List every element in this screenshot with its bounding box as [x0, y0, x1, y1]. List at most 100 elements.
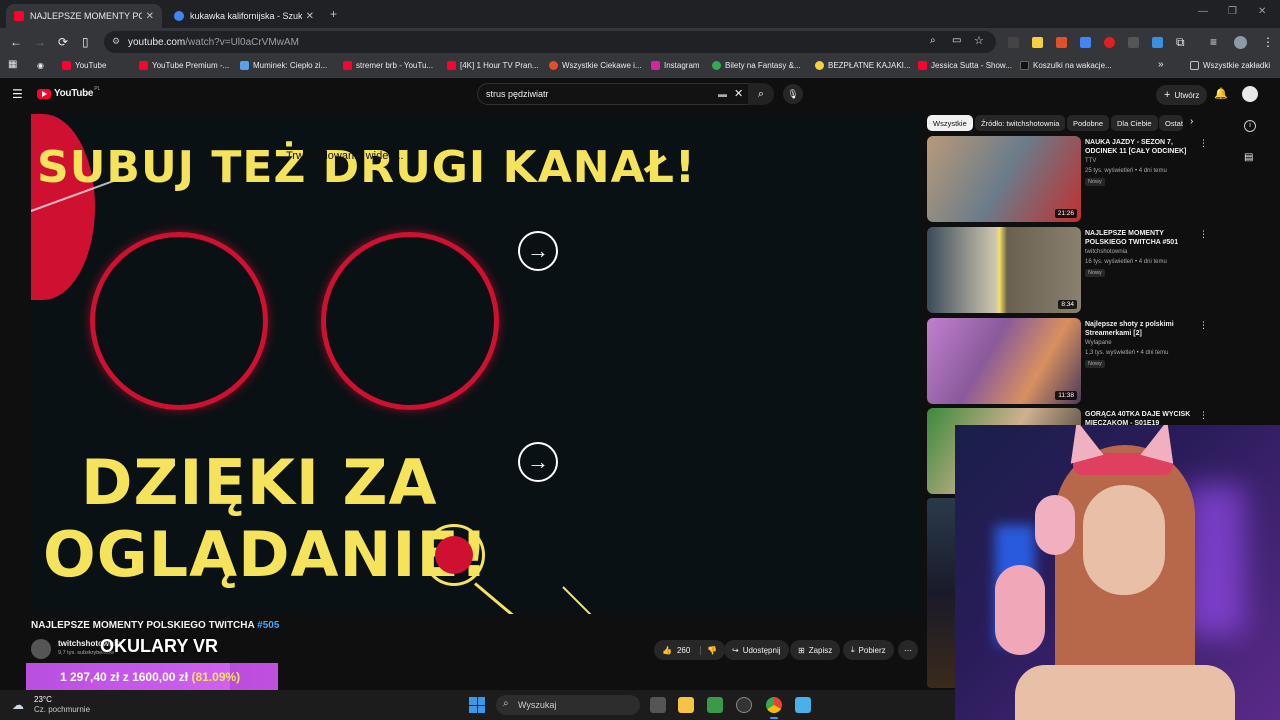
voice-search-button[interactable]: 🎙	[783, 84, 803, 104]
weather-temp[interactable]: 23°C	[34, 695, 52, 704]
more-vertical-icon[interactable]: ⋮	[1199, 138, 1208, 149]
apps-grid-icon[interactable]: ▦	[8, 59, 17, 70]
recommendation-channel[interactable]: TTV	[1085, 158, 1096, 164]
notifications-bell-icon[interactable]: 🔔	[1214, 87, 1228, 100]
chip-similar[interactable]: Podobne	[1067, 115, 1110, 131]
start-windows-icon[interactable]	[469, 697, 485, 713]
bookmark-item[interactable]: YouTube	[62, 61, 106, 70]
extension-icon[interactable]	[1128, 37, 1139, 48]
back-icon[interactable]: ←	[10, 35, 22, 49]
bookmark-item[interactable]: stremer brb - YouTu...	[343, 61, 433, 70]
chip-for-you[interactable]: Dla Ciebie	[1111, 115, 1158, 131]
extension-icon[interactable]	[1104, 37, 1115, 48]
chrome-icon[interactable]	[766, 697, 782, 713]
taskbar-search[interactable]: ⌕ Wyszukaj	[496, 695, 640, 715]
channel-avatar[interactable]	[31, 639, 51, 659]
minimize-icon[interactable]: —	[1198, 6, 1208, 17]
chevron-right-icon[interactable]: »	[1158, 59, 1164, 70]
bookmark-item[interactable]: YouTube Premium -...	[139, 61, 229, 70]
new-badge: Nowy	[1085, 178, 1105, 186]
more-vertical-icon[interactable]: ⋮	[1199, 410, 1208, 421]
more-vertical-icon[interactable]: ⋮	[1199, 320, 1208, 331]
bookmark-item[interactable]: Koszulki na wakacje...	[1020, 61, 1112, 70]
hamburger-menu-icon[interactable]: ☰	[12, 87, 23, 101]
chip-all[interactable]: Wszystkie	[927, 115, 973, 131]
video-thumbnail[interactable]: 11:38	[927, 318, 1081, 404]
save-button[interactable]: ⊞ Zapisz	[790, 640, 841, 660]
thumbs-down-icon[interactable]: 👎	[700, 645, 717, 655]
reload-icon[interactable]: ⟳	[58, 35, 68, 49]
all-bookmarks-folder[interactable]: Wszystkie zakładki	[1190, 61, 1270, 70]
close-window-icon[interactable]: ✕	[1258, 6, 1266, 17]
extension-icon[interactable]	[1032, 37, 1043, 48]
search-input[interactable]: strus pędziwiatr ▬ ✕	[477, 83, 749, 105]
bookmark-item[interactable]: Muminek: Ciepło zi...	[240, 61, 327, 70]
close-icon[interactable]: ✕	[306, 11, 314, 22]
recommendation-channel[interactable]: twitchshotownia	[1085, 249, 1127, 255]
recommendation-item[interactable]: 21:26 NAUKA JAZDY - SEZON 7, ODCINEK 11 …	[927, 136, 1217, 222]
chip-recent[interactable]: Ostat	[1159, 115, 1183, 131]
bookmark-item[interactable]: [4K] 1 Hour TV Pran...	[447, 61, 539, 70]
share-button[interactable]: ↪ Udostępnij	[724, 640, 789, 660]
recommendation-channel[interactable]: Wylapane	[1085, 340, 1112, 346]
create-button[interactable]: + Utwórz	[1156, 85, 1208, 105]
address-bar[interactable]: ⚙ youtube.com/watch?v=Ul0aCrVMwAM ⌕ ▭ ☆	[104, 31, 996, 53]
extensions-puzzle-icon[interactable]: ⧉	[1176, 35, 1185, 50]
video-title-hashtag[interactable]: #505	[257, 620, 279, 631]
more-vertical-icon[interactable]: ⋮	[1199, 229, 1208, 240]
thanks-line-1: DZIĘKI ZA	[81, 446, 438, 519]
zoom-icon[interactable]: ⌕	[930, 35, 936, 46]
extension-icon[interactable]	[1008, 37, 1019, 48]
tab-search[interactable]: kukawka kalifornijska - Szukaj w ✕	[166, 4, 322, 28]
chat-icon[interactable]: ▤	[1244, 152, 1253, 163]
weather-cloud-icon[interactable]: ☁	[12, 698, 24, 712]
store-icon[interactable]	[707, 697, 723, 713]
end-screen-video-slot[interactable]	[90, 232, 268, 410]
video-thumbnail[interactable]: 21:26	[927, 136, 1081, 222]
end-screen-video-slot[interactable]	[321, 232, 499, 410]
bookmark-icon[interactable]: ◉	[37, 61, 44, 70]
recommendation-item[interactable]: 8:34 NAJLEPSZE MOMENTY POLSKIEGO TWITCHA…	[927, 227, 1217, 313]
search-button[interactable]: ⌕	[748, 83, 774, 105]
bookmark-item[interactable]: Wszystkie Ciekawe i...	[549, 61, 642, 70]
bookmark-item[interactable]: Instagram	[651, 61, 700, 70]
side-panel-icon[interactable]: ▯	[82, 35, 89, 49]
like-button[interactable]: 👍 260 👎	[654, 640, 726, 660]
site-info-icon[interactable]: ⚙	[112, 36, 120, 47]
bookmark-star-icon[interactable]: ☆	[974, 34, 984, 47]
weather-desc[interactable]: Cz. pochmurnie	[34, 705, 90, 714]
extension-icon[interactable]	[1152, 37, 1163, 48]
obs-icon[interactable]	[736, 697, 752, 713]
recommendation-item[interactable]: 11:38 Najlepsze shoty z polskimi Streame…	[927, 318, 1217, 404]
bookmark-item[interactable]: Jessica Sutta - Show...	[918, 61, 1012, 70]
new-tab-button[interactable]: +	[330, 7, 337, 21]
info-icon[interactable]: i	[1244, 120, 1256, 132]
clear-icon[interactable]: ✕	[734, 87, 743, 100]
video-player[interactable]: SUBUJ TEŻ DRUGI KANAŁ! Trwa ładowanie wi…	[31, 114, 919, 614]
cast-icon[interactable]: ▭	[952, 35, 961, 46]
restore-icon[interactable]: ❐	[1228, 6, 1237, 17]
bookmark-item[interactable]: Bilety na Fantasy &...	[712, 61, 801, 70]
chip-source[interactable]: Źródło: twitchshotownia	[975, 115, 1066, 131]
chevron-right-icon[interactable]: ›	[1190, 116, 1193, 127]
keyboard-icon[interactable]: ▬	[718, 89, 727, 99]
forward-icon[interactable]: →	[34, 35, 46, 49]
tiktok-icon	[1020, 61, 1029, 70]
more-actions-button[interactable]: ⋯	[898, 640, 918, 660]
reading-list-icon[interactable]: ≡	[1210, 35, 1217, 49]
extension-icon[interactable]	[1080, 37, 1091, 48]
menu-kebab-icon[interactable]: ⋮	[1262, 35, 1274, 49]
tab-youtube[interactable]: NAJLEPSZE MOMENTY POLSKIEGO ✕	[6, 4, 162, 28]
account-avatar[interactable]	[1242, 86, 1258, 102]
video-thumbnail[interactable]	[927, 498, 955, 688]
extension-icon[interactable]	[1056, 37, 1067, 48]
notepad-icon[interactable]	[795, 697, 811, 713]
bookmark-item[interactable]: BEZPŁATNE KAJAKI...	[815, 61, 911, 70]
youtube-logo[interactable]: YouTube PL	[37, 86, 100, 99]
file-explorer-icon[interactable]	[678, 697, 694, 713]
video-thumbnail[interactable]: 8:34	[927, 227, 1081, 313]
close-icon[interactable]: ✕	[146, 11, 154, 22]
download-button[interactable]: ⤓ Pobierz	[843, 640, 894, 660]
task-view-icon[interactable]	[650, 697, 666, 713]
profile-avatar[interactable]	[1234, 36, 1247, 49]
